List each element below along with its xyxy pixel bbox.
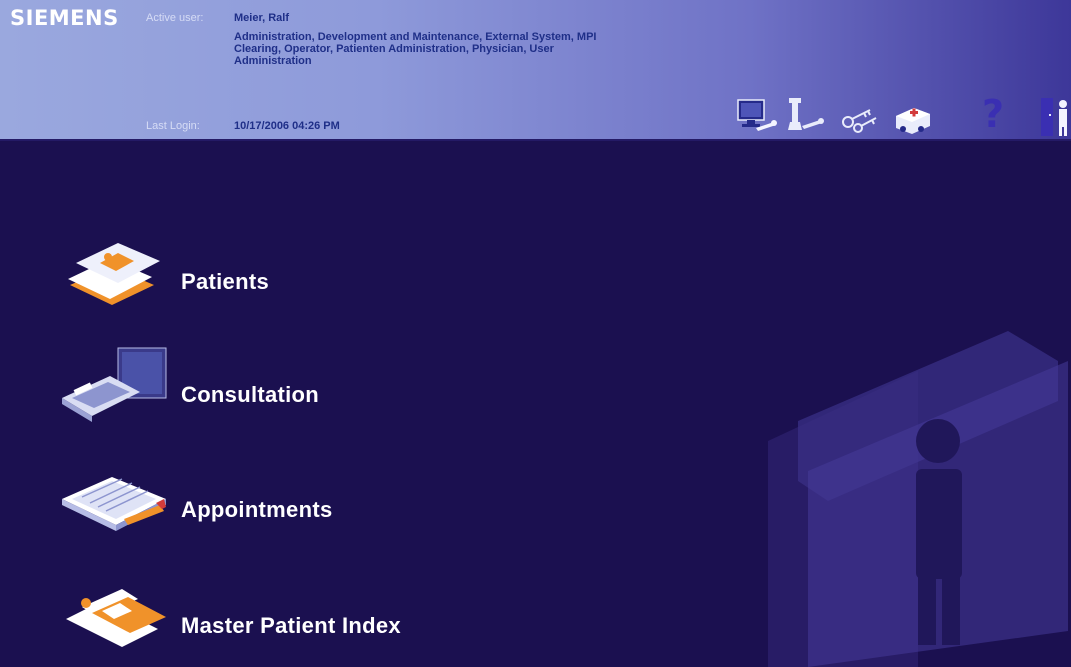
patient-folder-watermark-icon [768,331,1068,667]
menu-item-label: Patients [181,269,269,294]
last-login-value: 10/17/2006 04:26 PM [234,120,340,132]
last-login-label: Last Login: [146,120,200,132]
menu-item-label: Consultation [181,382,320,407]
tool-wrench-icon[interactable] [784,96,826,140]
appointments-icon [62,477,166,531]
user-roles: Administration, Development and Maintena… [234,31,597,67]
monitor-wrench-icon[interactable] [736,96,778,140]
active-user-name: Meier, Ralf [234,12,290,24]
patients-icon [68,243,160,305]
menu-item-label: Appointments [181,497,333,522]
menu-item-master-patient-index[interactable]: Master Patient Index [62,581,582,659]
consultation-icon [62,347,167,422]
menu-item-consultation[interactable]: Consultation [62,346,582,424]
header-bar: SIEMENS Active user: Meier, Ralf Adminis… [0,0,1071,141]
keys-icon[interactable] [838,96,880,140]
active-user-label: Active user: [146,12,204,24]
menu-item-label: Master Patient Index [181,613,401,638]
toolbar: ? [732,96,1071,140]
help-icon[interactable]: ? [982,96,1004,136]
ambulance-icon[interactable] [892,96,934,140]
menu-item-appointments[interactable]: Appointments [62,463,582,541]
siemens-logo: SIEMENS [10,6,119,30]
user-exit-icon[interactable] [1037,96,1071,140]
main-content: Patients Consultation Appointments Maste… [0,141,1071,667]
master-patient-index-icon [66,589,166,647]
menu-item-patients[interactable]: Patients [62,239,582,317]
